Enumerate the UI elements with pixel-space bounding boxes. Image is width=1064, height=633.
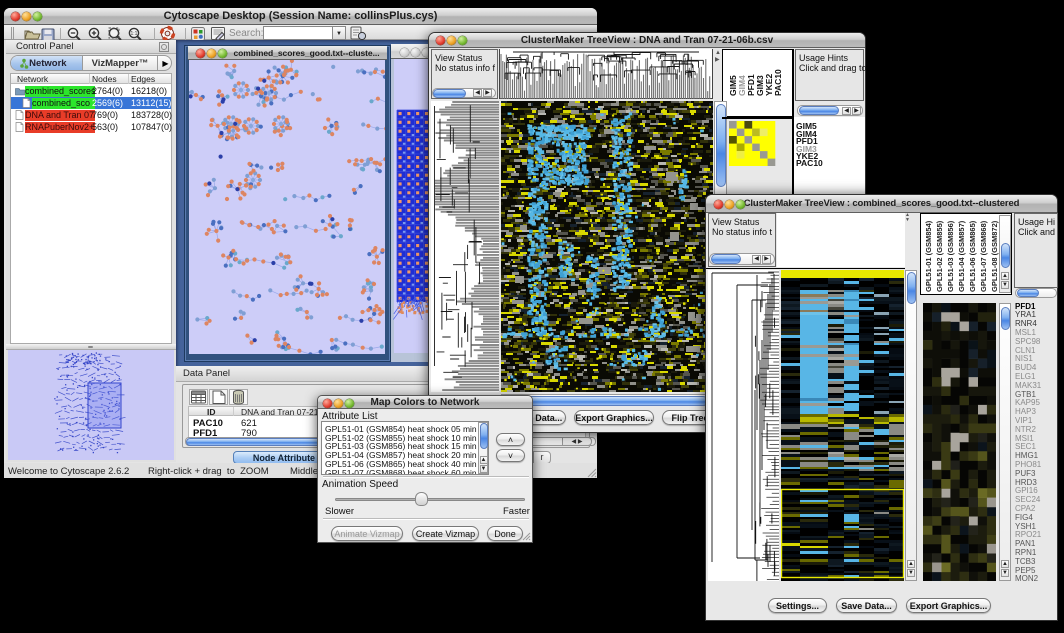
svg-text:1:1: 1:1 [131, 31, 138, 37]
